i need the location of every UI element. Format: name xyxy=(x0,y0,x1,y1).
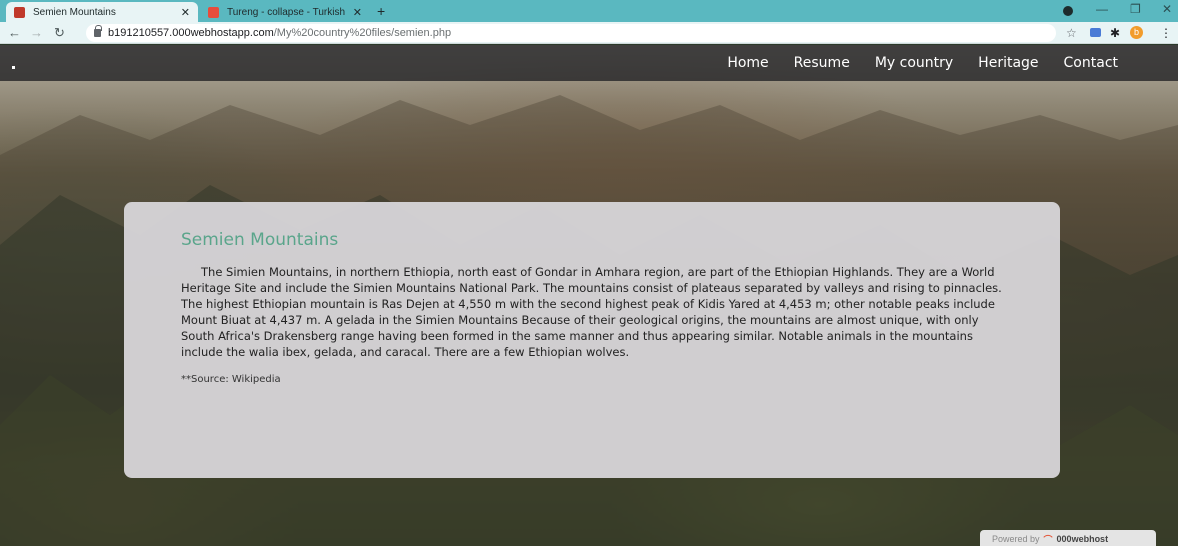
page-background: Home Resume My country Heritage Contact … xyxy=(0,45,1178,546)
nav-heritage[interactable]: Heritage xyxy=(978,55,1038,71)
avatar[interactable]: b xyxy=(1130,26,1143,39)
minimize-icon[interactable]: — xyxy=(1096,2,1108,16)
powered-by-brand: 000webhost xyxy=(1056,534,1109,544)
nav-home[interactable]: Home xyxy=(727,55,768,71)
powered-by-prefix: Powered by xyxy=(992,534,1040,544)
close-tab-icon[interactable]: ✕ xyxy=(181,6,190,19)
url-host: b191210557.000webhostapp.com xyxy=(108,27,274,39)
tureng-favicon-icon xyxy=(208,6,219,18)
puzzle-icon[interactable]: ✱ xyxy=(1110,26,1120,40)
browser-toolbar: ← → ↻ b191210557.000webhostapp.com/My%20… xyxy=(0,22,1178,44)
article-body: The Simien Mountains, in northern Ethiop… xyxy=(181,265,1002,359)
menu-icon[interactable]: ⋮ xyxy=(1160,26,1172,40)
tab-semien-mountains[interactable]: Semien Mountains ✕ xyxy=(6,2,198,22)
address-bar[interactable]: b191210557.000webhostapp.com/My%20countr… xyxy=(86,24,1056,42)
new-tab-icon[interactable]: + xyxy=(377,3,385,19)
powered-by-badge[interactable]: Powered by ⌒ 000webhost xyxy=(980,530,1156,546)
nav-resume[interactable]: Resume xyxy=(794,55,850,71)
nav-my-country[interactable]: My country xyxy=(875,55,953,71)
article-card: Semien Mountains The Simien Mountains, i… xyxy=(124,202,1060,478)
nav-contact[interactable]: Contact xyxy=(1064,55,1118,71)
profile-indicator-icon[interactable] xyxy=(1063,6,1073,16)
window-close-icon[interactable]: ✕ xyxy=(1162,2,1172,16)
forward-arrow-icon[interactable]: → xyxy=(30,25,43,40)
tab-title: Tureng - collapse - Turkish English xyxy=(227,6,347,18)
nav-dot xyxy=(12,66,15,69)
browser-tab-bar: Semien Mountains ✕ Tureng - collapse - T… xyxy=(0,0,1178,22)
star-icon[interactable]: ☆ xyxy=(1066,26,1077,40)
tab-tureng[interactable]: Tureng - collapse - Turkish English ✕ xyxy=(200,2,370,22)
lock-icon[interactable] xyxy=(94,25,102,37)
tab-title: Semien Mountains xyxy=(33,6,116,18)
article-title: Semien Mountains xyxy=(181,230,339,250)
url-path: /My%20country%20files/semien.php xyxy=(273,27,452,39)
reload-icon[interactable]: ↻ xyxy=(54,25,65,41)
site-favicon-icon xyxy=(14,6,25,18)
close-tab-icon[interactable]: ✕ xyxy=(353,6,362,19)
site-navbar: Home Resume My country Heritage Contact xyxy=(0,45,1178,81)
site-nav: Home Resume My country Heritage Contact xyxy=(727,45,1118,81)
maximize-icon[interactable]: ❐ xyxy=(1130,2,1141,16)
webhost-logo-icon: ⌒ xyxy=(1043,534,1053,545)
extensions-icon[interactable] xyxy=(1090,28,1101,37)
back-arrow-icon[interactable]: ← xyxy=(8,25,21,40)
article-source: **Source: Wikipedia xyxy=(181,374,281,385)
